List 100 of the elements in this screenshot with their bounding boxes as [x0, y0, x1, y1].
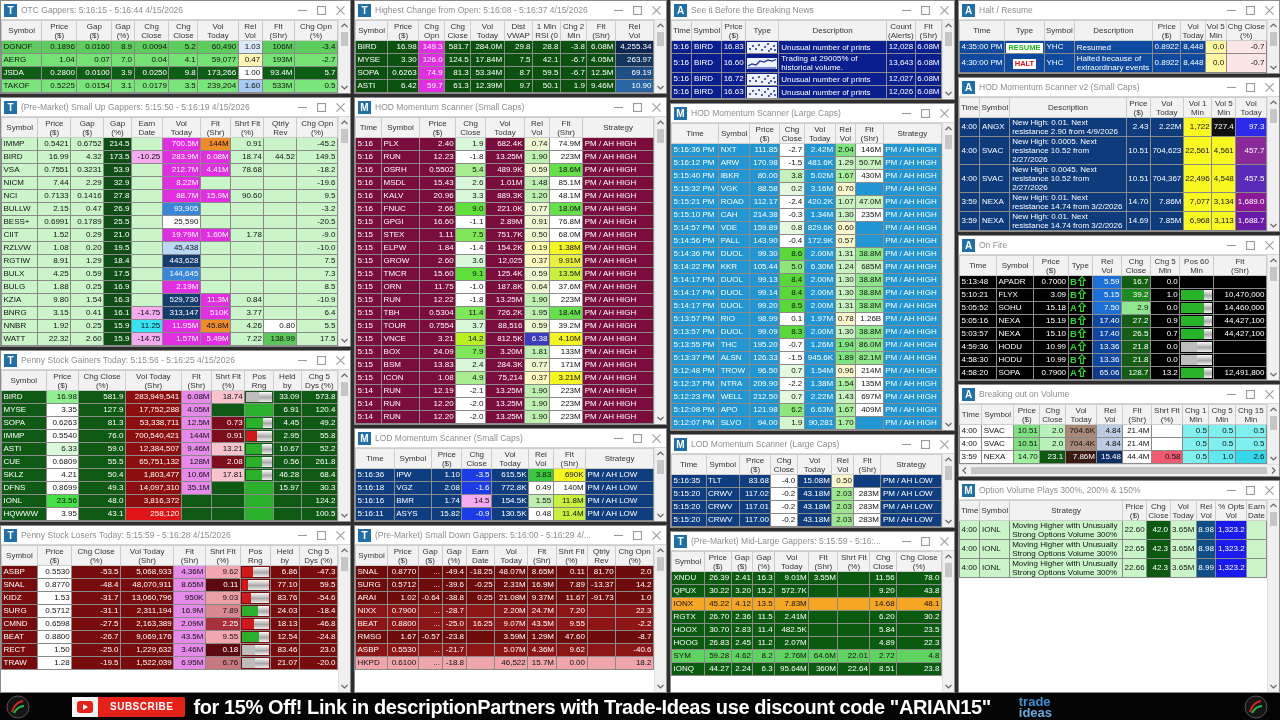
column-header[interactable]: Price ($): [1126, 97, 1151, 118]
column-header[interactable]: Gap ($): [76, 20, 112, 41]
scrollbar[interactable]: [1267, 404, 1279, 464]
column-header[interactable]: Shrt Flt (%): [205, 545, 241, 566]
column-header[interactable]: Rel Vol: [528, 448, 554, 469]
close-icon[interactable]: [652, 5, 661, 15]
column-header[interactable]: Flt (Shr): [181, 370, 212, 391]
maximize-icon[interactable]: [921, 536, 930, 546]
column-header[interactable]: Rel Vol: [1196, 500, 1216, 521]
column-header[interactable]: Chg Close (%): [896, 551, 942, 572]
maximize-icon[interactable]: [1246, 5, 1255, 15]
column-header[interactable]: Rel Vol: [1092, 255, 1122, 276]
maximize-icon[interactable]: [317, 5, 326, 15]
column-header[interactable]: Type: [1004, 20, 1045, 41]
column-header[interactable]: Strategy: [582, 117, 654, 138]
column-header[interactable]: Flt (Shr): [549, 117, 583, 138]
column-header[interactable]: Earn Date: [131, 117, 163, 138]
column-header[interactable]: Chg Close: [455, 117, 486, 138]
scroll-thumb[interactable]: [341, 557, 348, 571]
column-header[interactable]: Time: [959, 255, 997, 276]
close-icon[interactable]: [652, 433, 661, 443]
column-header[interactable]: Time: [959, 404, 982, 425]
scroll-thumb[interactable]: [1270, 512, 1277, 526]
column-header[interactable]: Vol Today (Shr): [120, 545, 174, 566]
scrollbar[interactable]: [338, 545, 350, 692]
subscribe-button[interactable]: SUBSCRIBE: [72, 696, 186, 717]
column-header[interactable]: Shrt Flt (%): [211, 370, 245, 391]
column-header[interactable]: Symbol: [692, 20, 722, 41]
column-header[interactable]: Price ($): [721, 20, 746, 41]
scrollbar[interactable]: [654, 117, 666, 424]
column-header[interactable]: 1 Min RSI (0: [532, 20, 561, 41]
close-icon[interactable]: [336, 355, 345, 365]
column-header[interactable]: Price ($): [419, 117, 456, 138]
scroll-thumb[interactable]: [945, 563, 952, 577]
column-header[interactable]: Time: [355, 448, 395, 469]
column-header[interactable]: Vol Today: [774, 551, 809, 572]
scrollbar[interactable]: [942, 123, 954, 430]
maximize-icon[interactable]: [1246, 389, 1255, 399]
column-header[interactable]: Time: [671, 454, 707, 475]
maximize-icon[interactable]: [921, 5, 930, 15]
column-header[interactable]: Chg 5 Min: [1150, 255, 1180, 276]
column-header[interactable]: Held by: [270, 545, 300, 566]
column-header[interactable]: Vol Today: [1150, 97, 1184, 118]
column-header[interactable]: Time: [671, 123, 719, 144]
column-header[interactable]: Chg Opn: [418, 20, 445, 41]
column-header[interactable]: Flt (Shr): [553, 448, 586, 469]
scroll-thumb[interactable]: [657, 129, 664, 143]
column-header[interactable]: Flt (Shr): [853, 454, 881, 475]
column-header[interactable]: Price ($): [431, 448, 462, 469]
scroll-thumb[interactable]: [945, 32, 952, 46]
column-header[interactable]: Description: [1009, 97, 1127, 118]
column-header[interactable]: Vol Today: [804, 123, 836, 144]
column-header[interactable]: Rel Vol: [1096, 404, 1123, 425]
scrollbar[interactable]: [338, 370, 350, 521]
scroll-thumb[interactable]: [657, 557, 664, 571]
close-icon[interactable]: [1265, 389, 1274, 399]
column-header[interactable]: Chg Close: [134, 20, 169, 41]
maximize-icon[interactable]: [633, 5, 642, 15]
scroll-thumb[interactable]: [1270, 416, 1277, 430]
column-header[interactable]: Pos 60 Min: [1179, 255, 1214, 276]
scrollbar[interactable]: [338, 20, 350, 93]
column-header[interactable]: Chg Close (%): [1226, 20, 1267, 41]
column-header[interactable]: Chg Close: [1146, 500, 1171, 521]
scrollbar[interactable]: [654, 545, 666, 692]
column-header[interactable]: Vol Today: [1170, 500, 1197, 521]
column-header[interactable]: Flt (Shr): [586, 20, 616, 41]
close-icon[interactable]: [336, 530, 345, 540]
scroll-thumb[interactable]: [1270, 32, 1277, 46]
column-header[interactable]: Strategy: [585, 448, 654, 469]
column-header[interactable]: Time: [671, 20, 692, 41]
column-header[interactable]: Dist VWAP: [504, 20, 533, 41]
column-header[interactable]: Price ($): [46, 370, 79, 391]
maximize-icon[interactable]: [633, 102, 642, 112]
column-header[interactable]: Vol Today: [1181, 20, 1206, 41]
column-header[interactable]: Rel Vol: [835, 123, 856, 144]
column-header[interactable]: Rel Vol: [615, 20, 654, 41]
close-icon[interactable]: [1265, 240, 1274, 250]
maximize-icon[interactable]: [317, 102, 326, 112]
column-header[interactable]: Gap (%): [111, 20, 135, 41]
column-header[interactable]: Chg Close: [869, 551, 897, 572]
column-header[interactable]: Symbol: [980, 500, 1010, 521]
column-header[interactable]: Count (Alerts): [886, 20, 916, 41]
column-header[interactable]: Vol Today: [1235, 97, 1267, 118]
scroll-thumb[interactable]: [657, 460, 664, 474]
column-header[interactable]: Flt (Shr): [1213, 255, 1267, 276]
close-icon[interactable]: [940, 439, 949, 449]
scrollbar[interactable]: [338, 117, 350, 346]
scroll-thumb[interactable]: [341, 129, 348, 143]
column-header[interactable]: Symbol: [355, 20, 388, 41]
column-header[interactable]: Flt (Shr): [173, 545, 206, 566]
column-header[interactable]: Gap ($): [418, 545, 443, 566]
maximize-icon[interactable]: [921, 108, 930, 118]
close-icon[interactable]: [652, 102, 661, 112]
column-header[interactable]: Chg Close: [779, 123, 805, 144]
scrollbar[interactable]: [942, 551, 954, 692]
column-header[interactable]: Chg 1 Min: [1182, 404, 1209, 425]
maximize-icon[interactable]: [1246, 485, 1255, 495]
column-header[interactable]: Gap ($): [731, 551, 753, 572]
column-header[interactable]: Vol Today: [470, 20, 505, 41]
column-header[interactable]: Held by: [273, 370, 302, 391]
